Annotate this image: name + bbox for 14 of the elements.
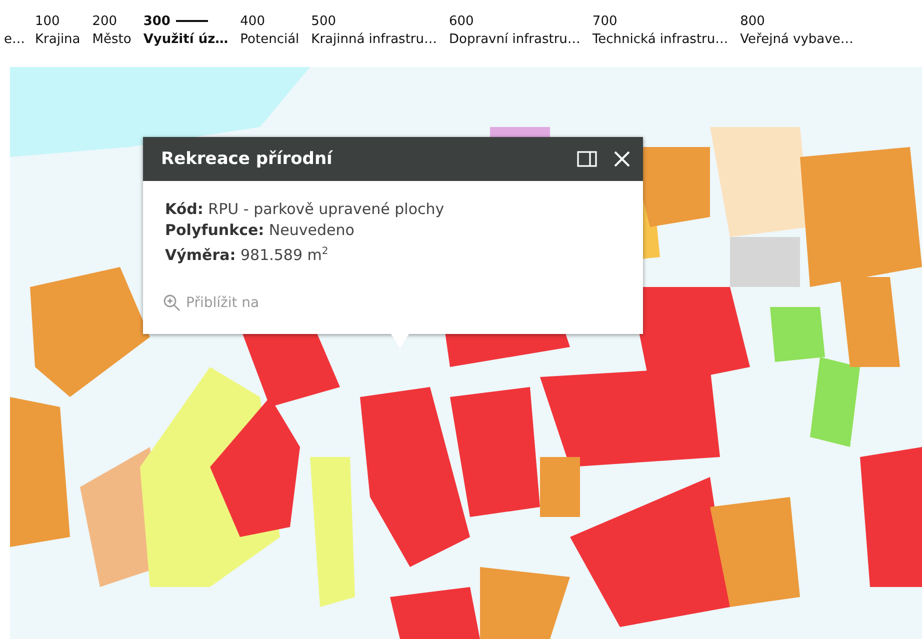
layer-tab[interactable]: 300 Využití úz…	[143, 12, 228, 67]
layer-tab[interactable]: 600 Dopravní infrastru…	[449, 12, 580, 67]
layer-tab[interactable]: 200 Město	[92, 12, 132, 67]
attribute-line: Kód: RPU - parkově upravené plochy	[165, 199, 446, 220]
layer-tab[interactable]: 500 Krajinná infrastru…	[311, 12, 438, 67]
layer-tab[interactable]: 400 Potenciál	[240, 12, 300, 67]
layer-tab[interactable]: 700 Technická infrastru…	[592, 12, 728, 67]
popup-title: Rekreace přírodní	[161, 149, 334, 169]
zoom-in-icon	[163, 294, 181, 312]
attribute-line: Výměra: 981.589 m$^{2}$	[165, 245, 330, 266]
layer-tab[interactable]: e…	[4, 12, 25, 67]
layer-tab[interactable]: 800 Veřejná vybave…	[740, 12, 854, 67]
layer-tab[interactable]: 100 Krajina	[35, 12, 80, 67]
attribute-line: Polyfunkce: Neuvedeno	[165, 220, 356, 241]
